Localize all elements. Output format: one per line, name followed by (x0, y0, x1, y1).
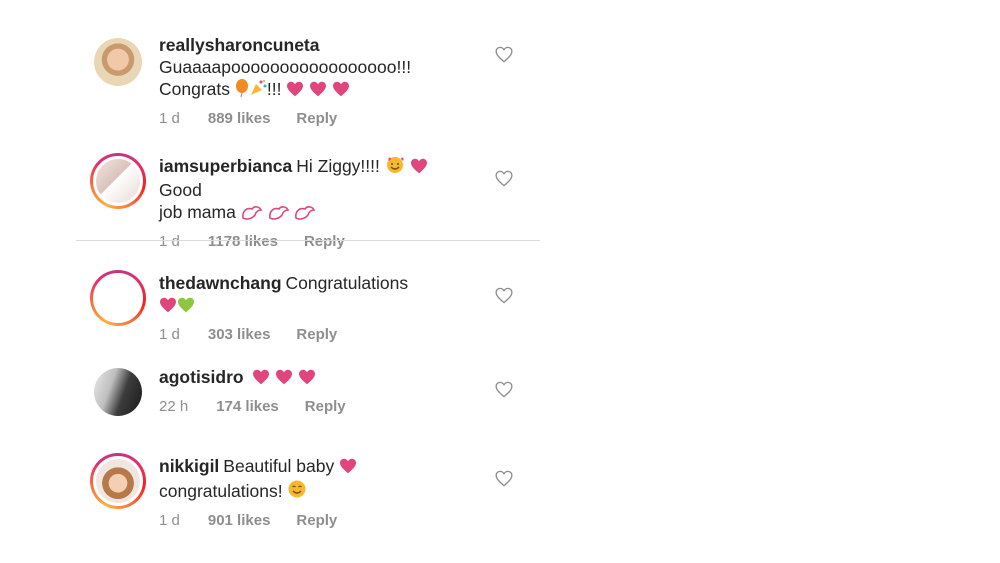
reply-button[interactable]: Reply (305, 398, 346, 415)
comment-time: 1 d (159, 233, 180, 250)
flexed-biceps-emoji-icon (241, 203, 263, 225)
comment-username[interactable]: nikkigil (159, 456, 219, 476)
comment-username[interactable]: agotisidro (159, 367, 244, 387)
comment-likes[interactable]: 889 likes (208, 110, 271, 127)
like-heart-icon[interactable] (495, 46, 515, 66)
reply-button[interactable]: Reply (296, 326, 337, 343)
avatar-story-ring[interactable] (90, 153, 146, 209)
pink-heart-emoji-icon (309, 80, 327, 102)
comment-time: 1 d (159, 512, 180, 529)
comment-text: !!! (266, 79, 282, 99)
reply-button[interactable]: Reply (304, 233, 345, 250)
comment-likes[interactable]: 901 likes (208, 512, 271, 529)
reply-button[interactable]: Reply (296, 512, 337, 529)
comment-likes[interactable]: 303 likes (208, 326, 271, 343)
smiling-face-emoji-icon (287, 479, 307, 504)
comment-time: 22 h (159, 398, 189, 415)
party-popper-emoji-icon (249, 79, 267, 102)
comment-username[interactable]: thedawnchang (159, 273, 282, 293)
green-heart-emoji-icon (177, 296, 195, 318)
comment-text: Guaaaapooooooooooooooooo!!! (159, 57, 412, 77)
reply-button[interactable]: Reply (296, 110, 337, 127)
comment-text: Hi Ziggy!!!! (296, 156, 380, 176)
like-heart-icon[interactable] (495, 381, 515, 401)
pink-heart-emoji-icon (339, 457, 357, 479)
comment-username[interactable]: reallysharoncuneta (159, 35, 319, 55)
comment-time: 1 d (159, 326, 180, 343)
comment-likes[interactable]: 174 likes (216, 398, 279, 415)
pink-heart-emoji-icon (332, 80, 350, 102)
comment-text: Congrats (159, 79, 231, 99)
comment-username[interactable]: iamsuperbianca (159, 156, 292, 176)
flexed-biceps-emoji-icon (268, 203, 290, 225)
avatar-story-ring[interactable] (90, 453, 146, 509)
pink-heart-emoji-icon (159, 296, 177, 318)
comment-text: job mama (159, 202, 236, 222)
comment-text: Congratulations (285, 273, 409, 293)
like-heart-icon[interactable] (495, 170, 515, 190)
pink-heart-emoji-icon (286, 80, 304, 102)
pink-heart-emoji-icon (298, 368, 316, 390)
comments-panel: reallysharoncuneta Guaaaapoooooooooooooo… (0, 0, 1000, 563)
avatar-story-ring[interactable] (90, 270, 146, 326)
pink-heart-emoji-icon (252, 368, 270, 390)
divider (76, 240, 540, 241)
comment-text: Beautiful baby (223, 456, 335, 476)
comment-text: Good (159, 180, 202, 200)
comment-time: 1 d (159, 110, 180, 127)
comment-text: congratulations! (159, 481, 283, 501)
like-heart-icon[interactable] (495, 470, 515, 490)
pink-heart-emoji-icon (410, 157, 428, 179)
pink-heart-emoji-icon (275, 368, 293, 390)
smiling-face-hearts-emoji-icon (385, 154, 405, 179)
like-heart-icon[interactable] (495, 287, 515, 307)
avatar[interactable] (90, 34, 146, 90)
balloon-emoji-icon (235, 79, 249, 102)
flexed-biceps-emoji-icon (294, 203, 316, 225)
avatar[interactable] (90, 364, 146, 420)
comment-likes[interactable]: 1178 likes (208, 233, 278, 250)
